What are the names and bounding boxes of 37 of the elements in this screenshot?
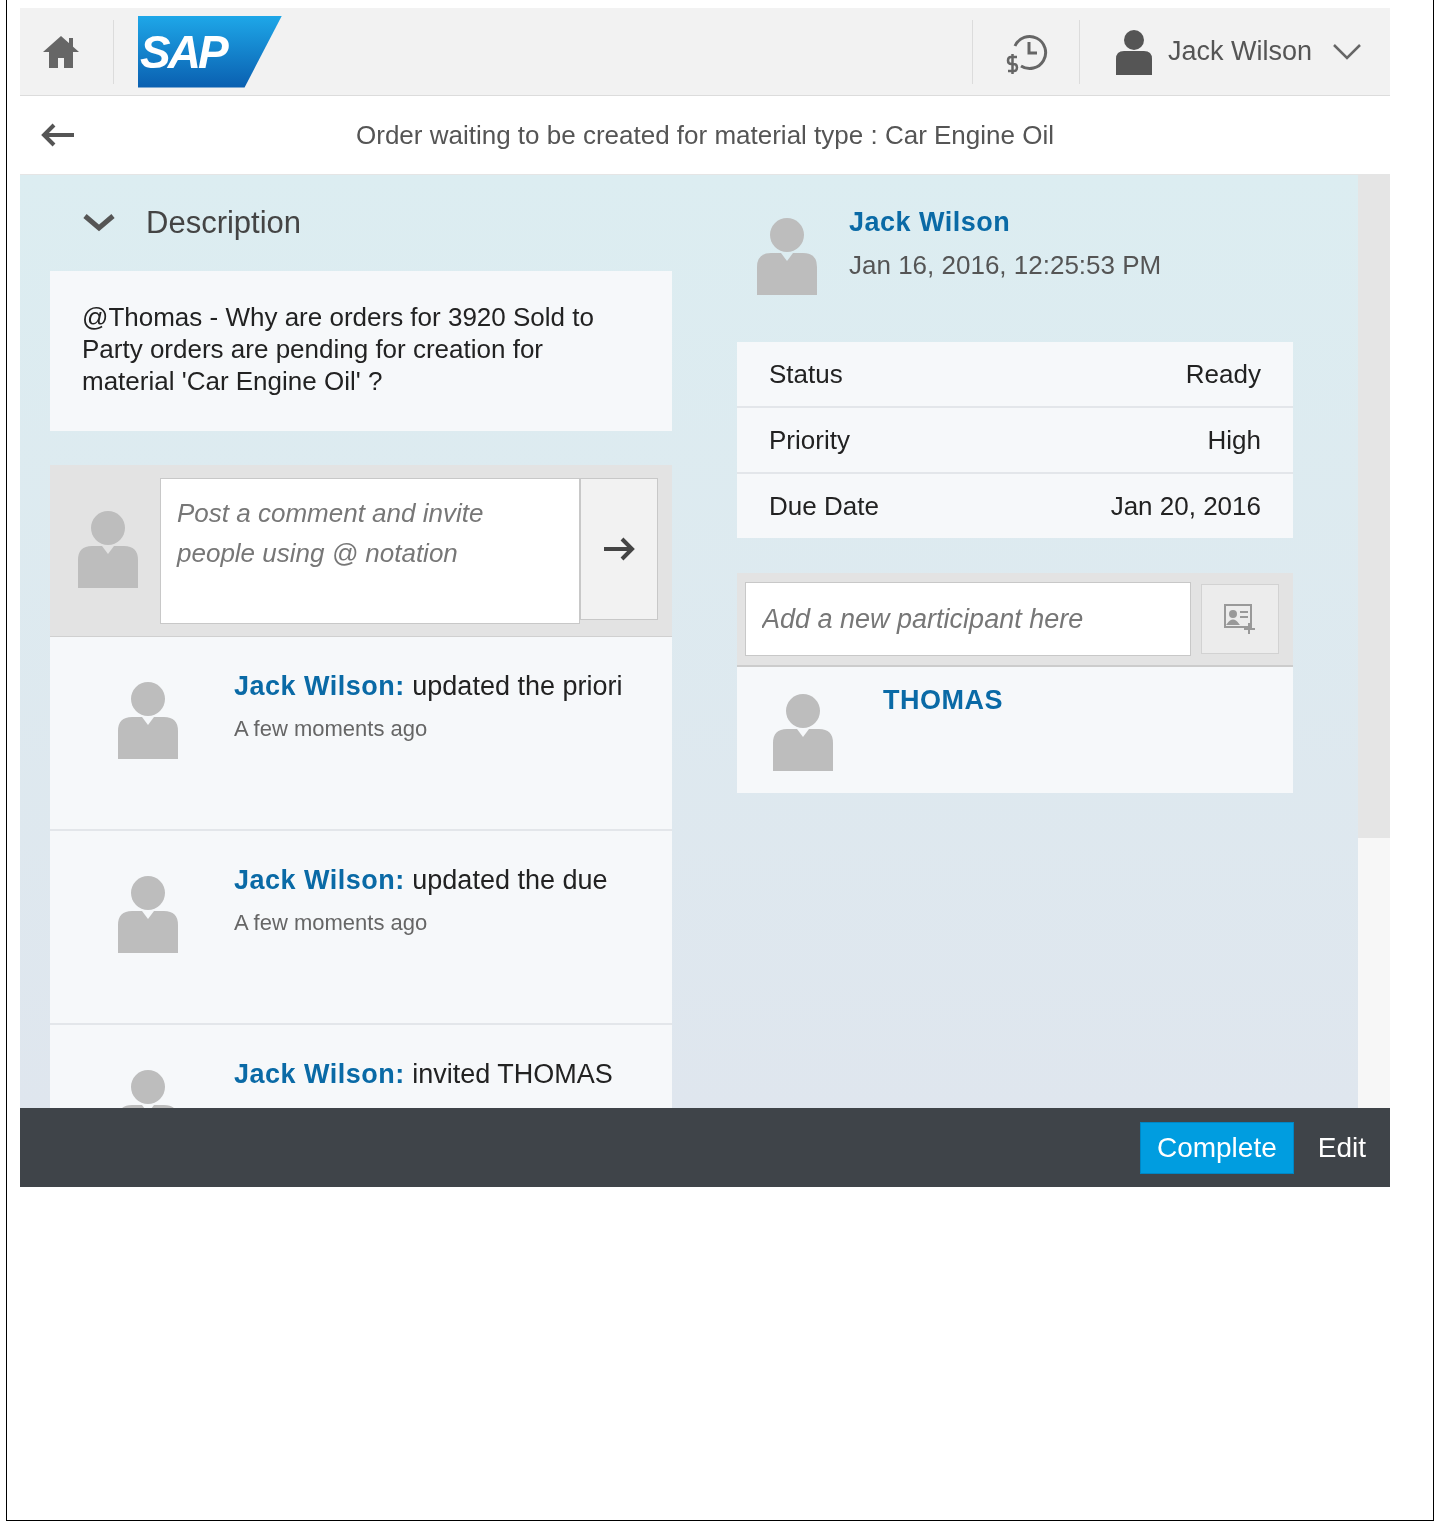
- edit-button[interactable]: Edit: [1313, 1131, 1370, 1164]
- property-value: Jan 20, 2016: [1110, 490, 1261, 522]
- arrow-icon: [602, 537, 636, 561]
- avatar-icon: [118, 873, 178, 953]
- user-icon: [1115, 28, 1152, 75]
- avatar-icon: [773, 691, 833, 771]
- comment-field[interactable]: Post a comment and invite people using @ notation: [160, 478, 580, 624]
- created-date: Jan 16, 2016, 12:25:53 PM: [849, 250, 1162, 281]
- description-heading: Description: [146, 205, 302, 241]
- logo: SAP: [138, 15, 282, 88]
- user-name[interactable]: Jack Wilson: [1167, 36, 1312, 67]
- property-label: Priority: [769, 424, 850, 456]
- avatar-icon: [78, 508, 138, 588]
- property-value: High: [1207, 424, 1261, 456]
- creator-name[interactable]: Jack Wilson: [849, 207, 1162, 238]
- avatar-icon: [757, 215, 817, 295]
- add-person-icon: [1223, 603, 1258, 635]
- scrollbar[interactable]: [1358, 175, 1390, 1108]
- feed-time: A few moments ago: [234, 716, 429, 742]
- avatar-icon: [118, 679, 178, 759]
- feed-entry-text: Jack Wilson: updated the due: [234, 865, 609, 896]
- description-text: @Thomas - Why are orders for 3920 Sold to Party orders are pending for creation for material 'Car Engine Oil' ?: [82, 301, 595, 397]
- property-value: Ready: [1185, 358, 1261, 390]
- scroll-thumb[interactable]: [1358, 175, 1390, 838]
- property-label: Status: [769, 358, 843, 390]
- description-toggle[interactable]: Description: [50, 175, 672, 271]
- feed-entry-text: Jack Wilson: invited THOMAS: [234, 1059, 614, 1090]
- page-title: Order waiting to be created for material type : Car Engine Oil: [355, 119, 1055, 151]
- feed-time: A few moments ago: [234, 910, 429, 936]
- add-participant-button[interactable]: [1201, 584, 1279, 654]
- property-label: Due Date: [769, 490, 879, 522]
- back-icon[interactable]: [40, 123, 76, 147]
- caret-icon: [1332, 42, 1362, 61]
- send-button[interactable]: [580, 478, 658, 620]
- feed-entry-text: Jack Wilson: updated the priori: [234, 671, 624, 702]
- participant-name[interactable]: THOMAS: [883, 667, 1003, 793]
- user-menu[interactable]: Jack Wilson: [1079, 28, 1390, 75]
